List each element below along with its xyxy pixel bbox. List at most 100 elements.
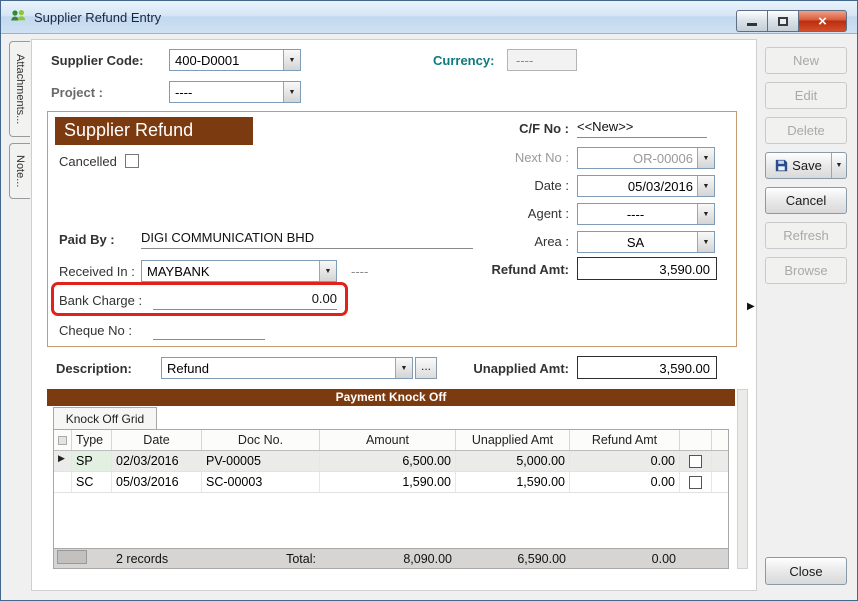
- footer-total-unapplied: 6,590.00: [517, 551, 566, 566]
- edit-button[interactable]: Edit: [765, 82, 847, 109]
- area-combo[interactable]: SA ▼: [577, 231, 715, 253]
- cf-no-label: C/F No :: [519, 121, 569, 136]
- grid-header-doc-no[interactable]: Doc No.: [202, 430, 320, 450]
- chevron-down-icon[interactable]: ▼: [697, 232, 714, 252]
- grid-row-1[interactable]: ▶ SP 02/03/2016 PV-00005 6,500.00 5,000.…: [54, 451, 728, 472]
- received-in-combo[interactable]: MAYBANK ▼: [141, 260, 337, 282]
- cheque-no-field[interactable]: [153, 321, 265, 340]
- save-dropdown[interactable]: ▼: [831, 153, 846, 178]
- tab-knock-off-grid[interactable]: Knock Off Grid: [53, 407, 157, 429]
- footer-total-label: Total:: [286, 551, 316, 566]
- description-label: Description:: [56, 361, 132, 376]
- project-label: Project :: [51, 85, 104, 100]
- currency-label: Currency:: [433, 53, 495, 68]
- grid-empty-area: [54, 493, 728, 548]
- window-controls: ×: [736, 10, 847, 32]
- footer-selector-box: [54, 550, 112, 567]
- vertical-scrollbar[interactable]: [737, 389, 748, 569]
- cancelled-checkbox[interactable]: [125, 154, 139, 168]
- date-label: Date :: [534, 178, 569, 193]
- cell-unapplied-amt: 5,000.00: [456, 451, 570, 471]
- save-button[interactable]: Save ▼: [765, 152, 847, 179]
- footer-box-icon: [57, 550, 87, 564]
- row-checkbox[interactable]: [689, 475, 702, 489]
- supplier-code-combo[interactable]: 400-D0001 ▼: [169, 49, 301, 71]
- grid-row-2[interactable]: SC 05/03/2016 SC-00003 1,590.00 1,590.00…: [54, 472, 728, 493]
- chevron-down-icon[interactable]: ▼: [395, 358, 412, 378]
- agent-combo[interactable]: ---- ▼: [577, 203, 715, 225]
- paid-by-field[interactable]: DIGI COMMUNICATION BHD: [141, 230, 473, 249]
- chevron-down-icon[interactable]: ▼: [697, 176, 714, 196]
- select-all-icon: [58, 435, 67, 445]
- received-in-label: Received In :: [59, 264, 135, 279]
- chevron-down-icon[interactable]: ▼: [283, 50, 300, 70]
- grid-header-filler: [712, 430, 728, 450]
- cell-date: 05/03/2016: [112, 472, 202, 492]
- row-selector-cell: ▶: [54, 451, 72, 471]
- cell-doc-no: SC-00003: [202, 472, 320, 492]
- chevron-down-icon[interactable]: ▼: [283, 82, 300, 102]
- cell-unapplied-amt: 1,590.00: [456, 472, 570, 492]
- unapplied-amt-label: Unapplied Amt:: [473, 361, 569, 376]
- date-combo[interactable]: 05/03/2016 ▼: [577, 175, 715, 197]
- bank-charge-field[interactable]: 0.00: [153, 291, 337, 310]
- row-selector-icon: ▶: [58, 453, 65, 463]
- refund-amt-label: Refund Amt:: [491, 262, 569, 277]
- cell-amount: 1,590.00: [320, 472, 456, 492]
- next-no-label: Next No :: [514, 150, 569, 165]
- cancel-button[interactable]: Cancel: [765, 187, 847, 214]
- grid-header-date[interactable]: Date: [112, 430, 202, 450]
- chevron-down-icon[interactable]: ▼: [697, 204, 714, 224]
- footer-records: 2 records: [116, 551, 169, 566]
- grid-header-amount[interactable]: Amount: [320, 430, 456, 450]
- project-combo[interactable]: ---- ▼: [169, 81, 301, 103]
- cell-filler: [712, 472, 728, 492]
- new-button[interactable]: New: [765, 47, 847, 74]
- close-icon: ×: [818, 12, 827, 30]
- grid-header-type[interactable]: Type: [72, 430, 112, 450]
- row-checkbox[interactable]: [689, 454, 702, 468]
- delete-button[interactable]: Delete: [765, 117, 847, 144]
- save-icon: [775, 159, 788, 172]
- save-label: Save: [792, 158, 822, 173]
- description-value: Refund: [167, 361, 209, 376]
- chevron-down-icon[interactable]: ▼: [697, 148, 714, 168]
- area-label: Area :: [534, 234, 569, 249]
- tab-attachments[interactable]: Attachments...: [9, 41, 30, 137]
- cf-no-field[interactable]: <<New>>: [577, 119, 707, 138]
- chevron-down-icon: ▼: [835, 162, 843, 169]
- cell-doc-no: PV-00005: [202, 451, 320, 471]
- cell-check: [680, 472, 712, 492]
- close-button[interactable]: Close: [765, 557, 847, 585]
- cell-check: [680, 451, 712, 471]
- received-in-extra: ----: [351, 264, 369, 279]
- unapplied-amt-field: 3,590.00: [577, 356, 717, 379]
- currency-field: ----: [507, 49, 577, 71]
- collapse-panel-icon[interactable]: ▶: [747, 301, 755, 312]
- app-icon: [9, 7, 27, 28]
- cell-type: SP: [72, 451, 112, 471]
- grid-header-refund-amt[interactable]: Refund Amt: [570, 430, 680, 450]
- cell-refund-amt: 0.00: [570, 451, 680, 471]
- supplier-code-label: Supplier Code:: [51, 53, 144, 68]
- refresh-button[interactable]: Refresh: [765, 222, 847, 249]
- minimize-button[interactable]: [736, 10, 767, 32]
- payment-knockoff-header: Payment Knock Off: [47, 389, 735, 406]
- chevron-down-icon[interactable]: ▼: [319, 261, 336, 281]
- description-combo[interactable]: Refund ▼: [161, 357, 413, 379]
- window-title: Supplier Refund Entry: [34, 9, 162, 25]
- agent-label: Agent :: [527, 206, 569, 221]
- grid-header-check: [680, 430, 712, 450]
- grid-header-row: Type Date Doc No. Amount Unapplied Amt R…: [54, 430, 728, 451]
- grid-header-unapplied-amt[interactable]: Unapplied Amt: [456, 430, 570, 450]
- next-no-value: OR-00006: [633, 151, 693, 166]
- project-value: ----: [175, 85, 193, 100]
- tab-note[interactable]: Note...: [9, 143, 30, 199]
- cell-refund-amt: 0.00: [570, 472, 680, 492]
- maximize-button[interactable]: [767, 10, 798, 32]
- description-more-button[interactable]: ...: [415, 357, 437, 379]
- refund-amt-field[interactable]: 3,590.00: [577, 257, 717, 280]
- browse-button[interactable]: Browse: [765, 257, 847, 284]
- next-no-combo[interactable]: OR-00006 ▼: [577, 147, 715, 169]
- close-window-button[interactable]: ×: [798, 10, 847, 32]
